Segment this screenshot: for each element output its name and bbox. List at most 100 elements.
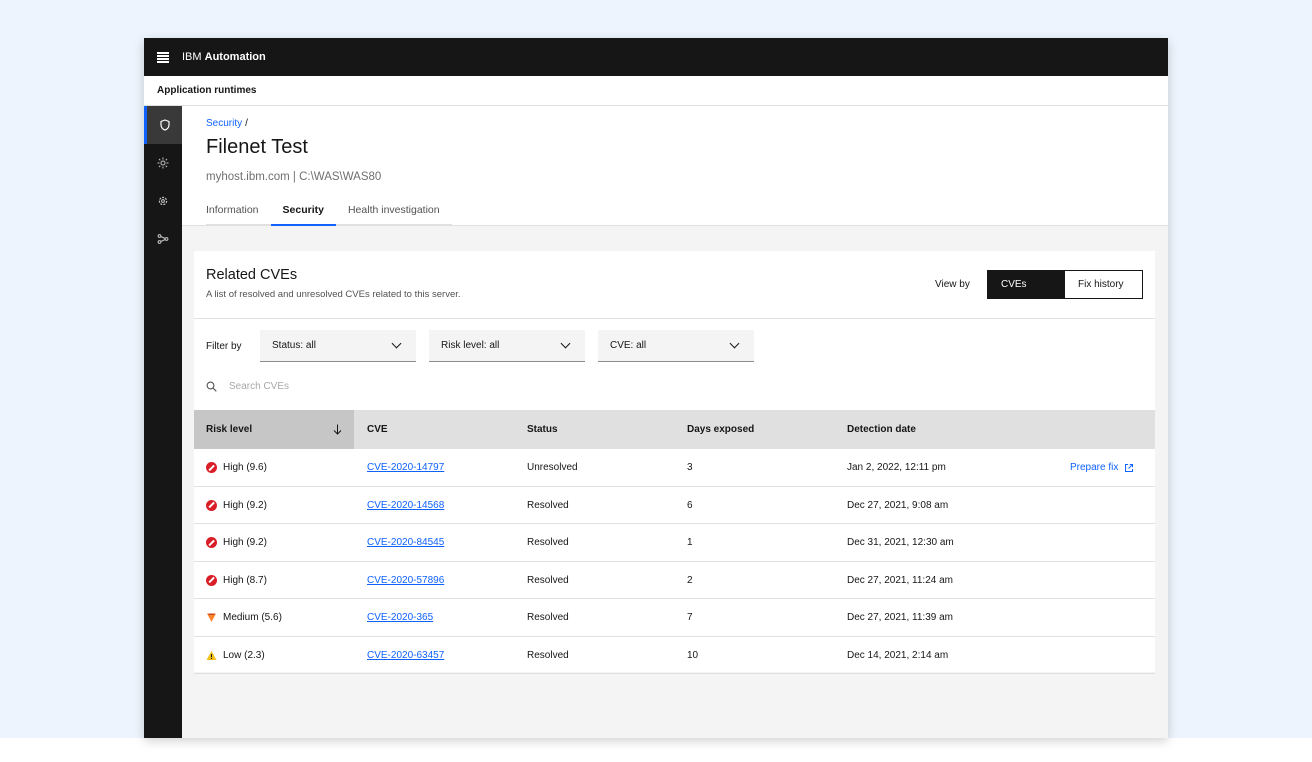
days-exposed-cell: 3 bbox=[687, 462, 693, 473]
view-cves-button[interactable]: CVEs bbox=[988, 271, 1065, 298]
tab-security[interactable]: Security bbox=[270, 196, 336, 226]
cve-link[interactable]: CVE-2020-63457 bbox=[367, 650, 444, 661]
risk-level-cell: High (9.6) bbox=[206, 449, 267, 486]
cve-link[interactable]: CVE-2020-14568 bbox=[367, 500, 444, 511]
risk-level-cell: High (9.2) bbox=[206, 487, 267, 524]
table-row: High (9.2) CVE-2020-84545 Resolved 1 Dec 31,… bbox=[194, 524, 1155, 562]
page-title: Filenet Test bbox=[206, 136, 308, 158]
risk-level-cell: Low (2.3) bbox=[206, 637, 265, 674]
cve-link[interactable]: CVE-2020-365 bbox=[367, 612, 433, 623]
cve-link[interactable]: CVE-2020-57896 bbox=[367, 575, 444, 586]
table-row: High (8.7) CVE-2020-57896 Resolved 2 Dec 27,… bbox=[194, 562, 1155, 599]
app-title-bar: Application runtimes bbox=[144, 76, 1168, 106]
status-cell: Resolved bbox=[527, 612, 569, 623]
header-days-exposed[interactable]: Days exposed bbox=[687, 424, 754, 435]
menu-button[interactable] bbox=[144, 38, 182, 76]
cve-cell: CVE-2020-14797 bbox=[367, 449, 444, 486]
search-input[interactable]: Search CVEs bbox=[229, 381, 289, 392]
app-window: IBM Automation Application runtimes Secu… bbox=[144, 38, 1168, 738]
status-cell: Resolved bbox=[527, 649, 569, 661]
low-risk-icon bbox=[206, 650, 217, 660]
high-risk-icon bbox=[206, 574, 217, 586]
medium-risk-icon bbox=[207, 613, 216, 622]
detection-date-cell: Dec 27, 2021, 11:39 am bbox=[847, 612, 953, 623]
detection-date-cell: Dec 27, 2021, 11:24 am bbox=[847, 574, 953, 586]
rail-item-security[interactable] bbox=[144, 106, 182, 144]
detection-date-cell: Dec 27, 2021, 9:08 am bbox=[847, 499, 949, 511]
cve-cell: CVE-2020-63457 bbox=[367, 637, 444, 674]
header-detection-date[interactable]: Detection date bbox=[847, 424, 916, 435]
high-risk-icon bbox=[206, 499, 217, 511]
page-bottom-band bbox=[0, 738, 1312, 762]
table-body: High (9.6) CVE-2020-14797 Unresolved 3 Jan 2… bbox=[194, 449, 1155, 674]
view-switcher: CVEs Fix history bbox=[987, 270, 1143, 299]
high-risk-icon bbox=[206, 537, 217, 548]
cve-link[interactable]: CVE-2020-84545 bbox=[367, 537, 444, 548]
chevron-down-icon bbox=[391, 338, 402, 349]
breadcrumb: Security / bbox=[206, 118, 248, 129]
cve-cell: CVE-2020-365 bbox=[367, 599, 433, 636]
high-risk-icon bbox=[206, 462, 217, 473]
risk-level-cell: High (8.7) bbox=[206, 562, 267, 599]
risk-level-text: High (9.2) bbox=[223, 537, 267, 548]
header-cve[interactable]: CVE bbox=[367, 424, 388, 435]
hamburger-icon bbox=[157, 52, 169, 63]
tab-health-investigation[interactable]: Health investigation bbox=[335, 196, 452, 226]
rail-item-topology[interactable] bbox=[144, 220, 182, 258]
arrow-down-icon bbox=[333, 424, 342, 435]
launch-icon bbox=[1125, 463, 1134, 472]
risk-level-text: High (8.7) bbox=[223, 574, 267, 586]
table-row: Medium (5.6) CVE-2020-365 Resolved 7 Dec 27,… bbox=[194, 599, 1155, 637]
cve-cell: CVE-2020-14568 bbox=[367, 487, 444, 524]
brand-name[interactable]: IBM Automation bbox=[182, 51, 266, 63]
status-cell: Resolved bbox=[527, 499, 569, 511]
risk-level-text: High (9.2) bbox=[223, 499, 267, 511]
sort-risk-level-header[interactable]: Risk level bbox=[194, 410, 354, 449]
status-filter-dropdown[interactable]: Status: all bbox=[260, 330, 416, 362]
network-icon bbox=[157, 234, 169, 244]
chevron-down-icon bbox=[560, 338, 571, 349]
view-by-label: View by bbox=[935, 279, 970, 290]
related-cves-card: Related CVEs A list of resolved and unre… bbox=[194, 251, 1155, 674]
rail-item-health[interactable] bbox=[144, 144, 182, 182]
cve-filter-dropdown[interactable]: CVE: all bbox=[598, 330, 754, 362]
gear-icon bbox=[158, 196, 168, 206]
sun-icon bbox=[157, 157, 169, 169]
risk-filter-dropdown[interactable]: Risk level: all bbox=[429, 330, 585, 362]
divider bbox=[194, 318, 1155, 319]
breadcrumb-link-security[interactable]: Security bbox=[206, 118, 242, 129]
table-row: Low (2.3) CVE-2020-63457 Resolved 10 Dec 14,… bbox=[194, 637, 1155, 674]
tab-list: Information Security Health investigatio… bbox=[206, 196, 452, 226]
view-fix-history-button[interactable]: Fix history bbox=[1065, 271, 1142, 298]
prepare-fix-button[interactable]: Prepare fix bbox=[1070, 449, 1134, 486]
risk-level-text: Low (2.3) bbox=[223, 649, 265, 661]
header-status[interactable]: Status bbox=[527, 424, 558, 435]
header-risk-level: Risk level bbox=[206, 424, 253, 435]
days-exposed-cell: 2 bbox=[687, 574, 693, 586]
risk-filter-value: Risk level: all bbox=[441, 340, 500, 351]
search-icon bbox=[206, 381, 217, 392]
tab-information[interactable]: Information bbox=[206, 196, 271, 226]
status-cell: Unresolved bbox=[527, 462, 578, 473]
cve-table: Risk level CVE Status Days exposed Detec… bbox=[194, 410, 1155, 674]
card-description: A list of resolved and unresolved CVEs r… bbox=[206, 289, 461, 300]
table-row: High (9.2) CVE-2020-14568 Resolved 6 Dec 27,… bbox=[194, 487, 1155, 524]
cve-cell: CVE-2020-84545 bbox=[367, 524, 444, 561]
detection-date-cell: Dec 31, 2021, 12:30 am bbox=[847, 537, 954, 548]
risk-level-text: High (9.6) bbox=[223, 462, 267, 473]
risk-level-cell: High (9.2) bbox=[206, 524, 267, 561]
days-exposed-cell: 7 bbox=[687, 612, 693, 623]
page-header: Security / Filenet Test myhost.ibm.com | … bbox=[182, 106, 1168, 226]
search-box[interactable]: Search CVEs bbox=[206, 381, 289, 392]
app-title: Application runtimes bbox=[157, 85, 257, 96]
card-title: Related CVEs bbox=[206, 267, 298, 283]
days-exposed-cell: 10 bbox=[687, 649, 699, 661]
side-rail bbox=[144, 106, 182, 738]
risk-level-text: Medium (5.6) bbox=[223, 612, 282, 623]
detection-date-cell: Dec 14, 2021, 2:14 am bbox=[847, 649, 949, 661]
cve-link[interactable]: CVE-2020-14797 bbox=[367, 462, 444, 473]
days-exposed-cell: 1 bbox=[687, 537, 693, 548]
rail-item-settings[interactable] bbox=[144, 182, 182, 220]
brand-prefix: IBM bbox=[182, 51, 202, 63]
days-exposed-cell: 6 bbox=[687, 499, 693, 511]
